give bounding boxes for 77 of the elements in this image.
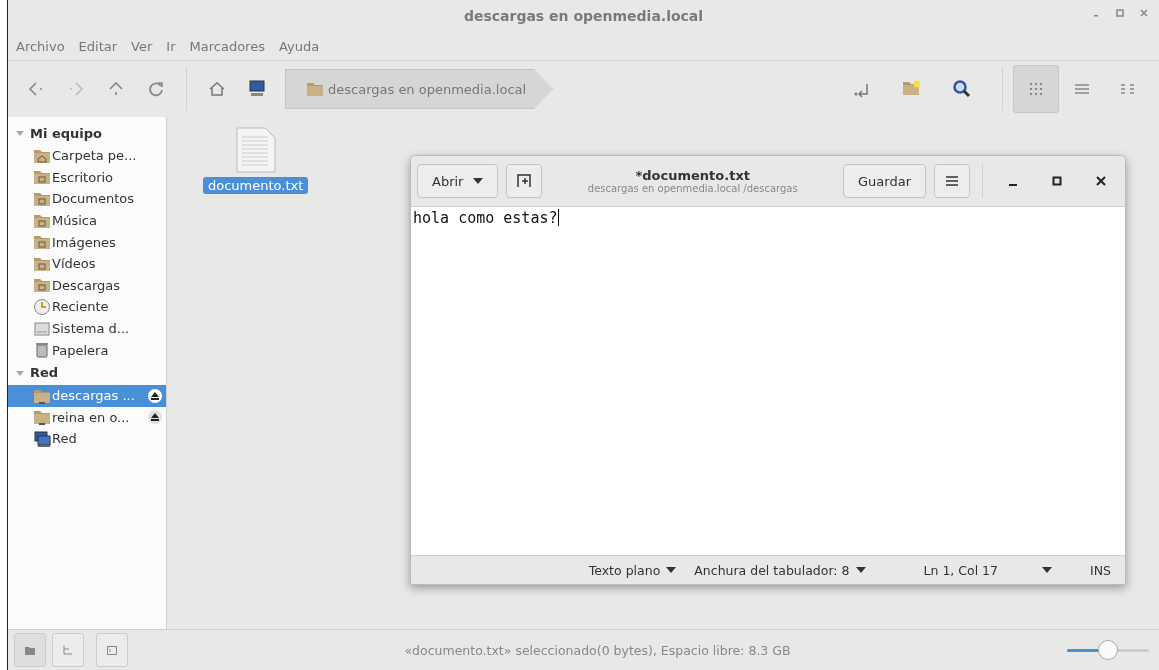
reload-icon[interactable] bbox=[147, 80, 165, 98]
language-dropdown[interactable]: Texto plano bbox=[588, 562, 677, 578]
caret-icon bbox=[855, 567, 866, 573]
eject-button[interactable] bbox=[148, 410, 162, 425]
sidebar-item[interactable]: Papelera bbox=[8, 339, 166, 361]
maximize-icon[interactable] bbox=[1052, 176, 1062, 186]
columns-icon bbox=[1121, 83, 1135, 95]
section-header: Mi equipo bbox=[30, 125, 102, 141]
pane-toggle-button[interactable] bbox=[52, 633, 84, 667]
computer-icon[interactable] bbox=[248, 80, 266, 98]
sidebar-item[interactable]: Escritorio bbox=[8, 166, 166, 189]
menu-item[interactable]: Archivo bbox=[16, 38, 65, 54]
tab-width-dropdown[interactable]: Anchura del tabulador: 8 bbox=[694, 562, 866, 578]
new-tab-button[interactable] bbox=[506, 164, 543, 198]
grid-icon bbox=[1030, 83, 1042, 95]
search-icon[interactable] bbox=[952, 79, 972, 99]
home-icon[interactable] bbox=[208, 80, 226, 98]
folder-icon bbox=[33, 168, 51, 187]
expander-icon[interactable] bbox=[16, 368, 24, 377]
status-text: «documento.txt» seleccionado(0 bytes), Espacio libre: 8.3 GB bbox=[403, 642, 792, 658]
folder-icon bbox=[33, 190, 51, 208]
menu-item[interactable]: Ir bbox=[166, 38, 176, 54]
sidebar-item[interactable]: Música bbox=[8, 209, 166, 232]
close-icon[interactable] bbox=[1096, 176, 1106, 186]
eject-icon bbox=[151, 391, 159, 400]
forward-icon[interactable] bbox=[67, 80, 85, 98]
menu-item[interactable]: Ayuda bbox=[278, 38, 320, 54]
sidebar-item[interactable]: Sistema d... bbox=[8, 317, 166, 340]
sidebar-item[interactable]: Red bbox=[8, 428, 166, 450]
pane-toggle-button[interactable] bbox=[14, 633, 46, 667]
network-folder-icon bbox=[33, 408, 51, 427]
up-icon[interactable] bbox=[107, 80, 125, 98]
tree-icon bbox=[63, 645, 73, 655]
open-button[interactable]: Abrir bbox=[417, 164, 499, 198]
trash-icon bbox=[33, 341, 51, 360]
save-button[interactable]: Guardar bbox=[843, 164, 926, 198]
folder-icon bbox=[33, 276, 51, 295]
menu-item[interactable]: Editar bbox=[78, 38, 118, 54]
back-icon[interactable] bbox=[27, 80, 45, 98]
computer-icon bbox=[33, 429, 51, 448]
menu-item[interactable]: Ver bbox=[131, 38, 153, 54]
drive-icon bbox=[33, 319, 51, 338]
sidebar-item[interactable]: Imágenes bbox=[8, 231, 166, 253]
text-file-icon bbox=[235, 127, 276, 173]
editor-text[interactable]: hola como estas? bbox=[413, 209, 558, 227]
folder-icon bbox=[33, 233, 51, 252]
sidebar-item[interactable]: Documentos bbox=[8, 188, 166, 210]
caret-icon bbox=[666, 567, 677, 573]
network-folder-icon bbox=[306, 80, 324, 98]
caret-icon bbox=[1042, 567, 1052, 573]
caret-icon bbox=[473, 178, 484, 184]
sidebar-item[interactable]: reina en o... bbox=[8, 406, 166, 429]
list-icon bbox=[1075, 83, 1089, 95]
sidebar-item[interactable]: Descargas bbox=[8, 274, 166, 297]
eject-icon bbox=[151, 413, 159, 422]
view-toggle-button[interactable] bbox=[1013, 65, 1059, 113]
expander-icon[interactable] bbox=[16, 129, 24, 137]
cursor-position: Ln 1, Col 17 bbox=[923, 562, 998, 578]
document-title: *documento.txt bbox=[635, 168, 750, 183]
menu-item[interactable]: Marcadores bbox=[189, 38, 265, 54]
menu-button[interactable] bbox=[934, 164, 970, 198]
menu-icon bbox=[946, 175, 958, 187]
new-document-icon bbox=[517, 174, 532, 188]
window-title: descargas en openmedia.local bbox=[463, 8, 704, 24]
panel-icon bbox=[107, 645, 117, 655]
sidebar-toggle-button[interactable] bbox=[96, 633, 128, 667]
folder-icon bbox=[25, 645, 35, 655]
sidebar-item[interactable]: Reciente bbox=[8, 296, 166, 318]
clock-icon bbox=[33, 297, 51, 316]
sidebar-item[interactable]: Carpeta pe... bbox=[8, 145, 166, 167]
zoom-slider[interactable] bbox=[1067, 640, 1149, 660]
position-dropdown[interactable] bbox=[1042, 567, 1052, 573]
eject-button[interactable] bbox=[148, 388, 162, 403]
document-path: descargas en openmedia.local /descargas bbox=[587, 183, 798, 194]
insert-mode[interactable]: INS bbox=[1090, 562, 1111, 578]
section-header: Red bbox=[30, 365, 59, 381]
sidebar-item[interactable]: Vídeos bbox=[8, 252, 166, 275]
